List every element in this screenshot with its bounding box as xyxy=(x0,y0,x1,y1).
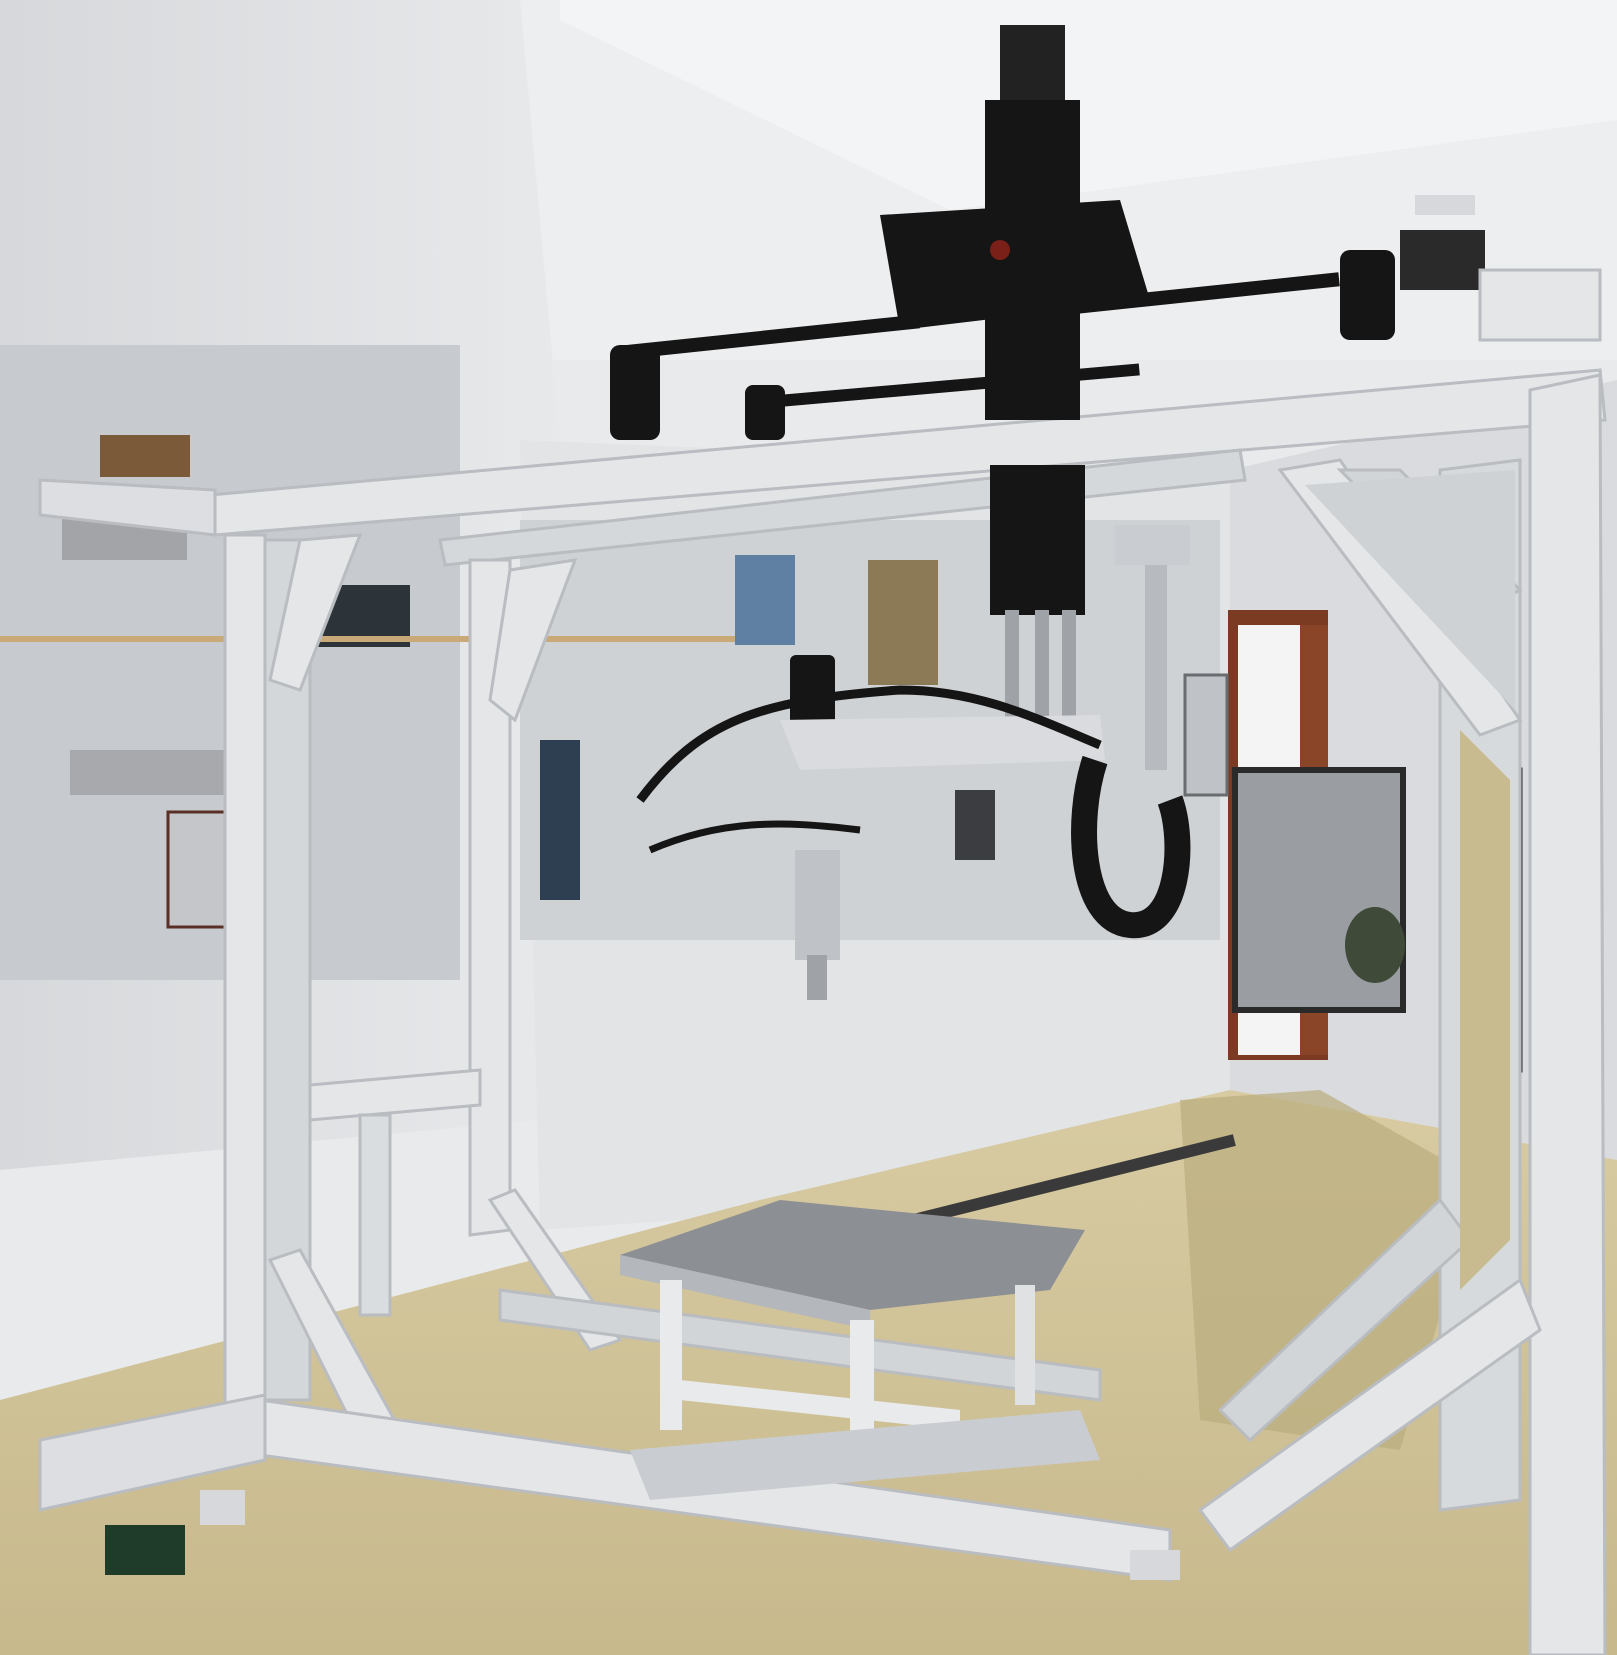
front-right-beam-end xyxy=(1478,268,1602,342)
bottom-tool-probe xyxy=(795,850,840,960)
wall-text-block-1 xyxy=(70,750,225,795)
wall-poster-1 xyxy=(100,435,190,477)
photo-scene xyxy=(0,0,1617,1655)
z-axis-shaft-2 xyxy=(1035,610,1049,720)
ceiling-lamp xyxy=(1415,195,1475,215)
left-crossbar-post xyxy=(358,1113,392,1317)
wall-poster-3 xyxy=(166,810,228,929)
table-leg-1 xyxy=(660,1280,682,1430)
wall-poster-5 xyxy=(868,560,938,685)
wall-tool-2 xyxy=(955,790,995,860)
rail-end-block-right xyxy=(1340,250,1395,340)
wall-switch xyxy=(1183,673,1229,797)
right-drive-motor xyxy=(1400,230,1485,290)
left-post-outer xyxy=(223,533,267,1427)
gantry-robot-photo xyxy=(0,0,1617,1655)
spindle-body xyxy=(790,655,835,725)
rail-end-block-left xyxy=(610,345,660,440)
x-rail-lower xyxy=(760,363,1140,409)
right-frame-window-mid xyxy=(1460,730,1510,1290)
z-axis-motor-cap xyxy=(1000,25,1065,100)
potted-plant xyxy=(1345,907,1405,983)
z-axis-lower-column xyxy=(990,465,1085,615)
right-post-outer xyxy=(1528,373,1607,1655)
foot-left xyxy=(105,1525,185,1575)
table-leg-3 xyxy=(1015,1285,1035,1405)
foot-right-pad xyxy=(1130,1550,1180,1580)
bottom-tool-tip xyxy=(807,955,827,1000)
wall-poster-4 xyxy=(540,740,580,900)
foot-left-pad xyxy=(200,1490,245,1525)
z-axis-shaft-3 xyxy=(1062,610,1076,720)
vertical-steel-rod xyxy=(1145,540,1167,770)
rail-end-block-mid xyxy=(745,385,785,440)
wall-tool-1 xyxy=(735,555,795,645)
rod-clamp xyxy=(1115,525,1190,565)
red-cable-connector xyxy=(990,240,1010,260)
wall-rail xyxy=(0,636,770,642)
